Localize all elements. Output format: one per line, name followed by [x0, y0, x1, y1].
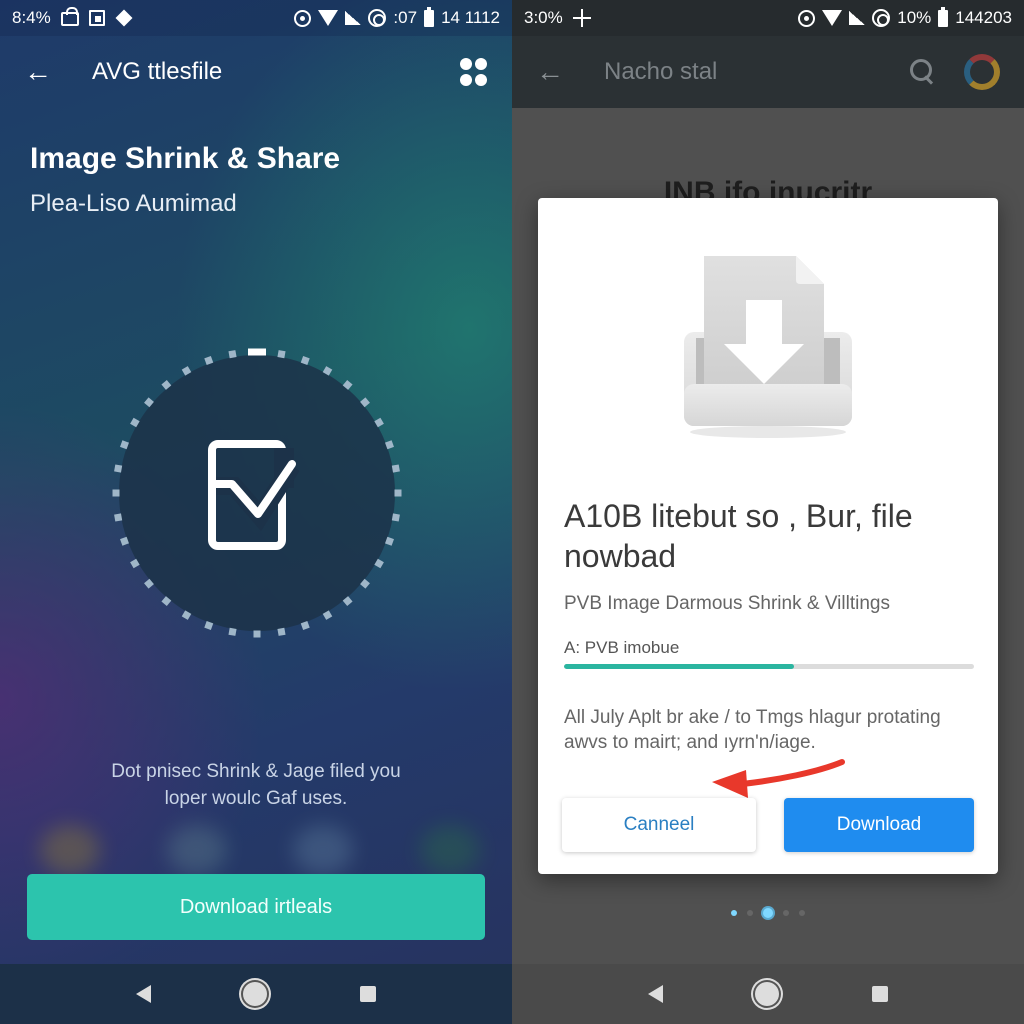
page-dot[interactable] — [763, 908, 773, 918]
navigation-bar — [0, 964, 512, 1024]
progress-ring — [112, 348, 402, 638]
recents-square-icon[interactable] — [871, 986, 888, 1002]
ring-background — [119, 355, 395, 631]
navigation-bar — [512, 964, 1024, 1024]
left-phone-screen: 8:4% :07 14 1112 ← AVG ttlesfile Image S… — [0, 0, 512, 1024]
record-icon — [798, 9, 816, 27]
app-bar-title: Nacho stal — [604, 58, 718, 85]
photo-icon — [88, 10, 105, 26]
ring-tick — [253, 630, 261, 638]
status-time: 8:4% — [12, 8, 51, 27]
ring-tick — [114, 464, 123, 473]
download-button[interactable]: Download irtleals — [27, 874, 485, 940]
back-arrow-icon[interactable]: ← — [24, 58, 64, 86]
status-clock: 14 1112 — [441, 8, 500, 27]
wifi-icon — [822, 10, 843, 26]
recents-square-icon[interactable] — [359, 986, 376, 1002]
grid-dots-icon[interactable] — [460, 58, 488, 86]
page-dot[interactable] — [731, 910, 737, 916]
info-message-line: Dot pnisec Shrink & Jage filed you — [111, 761, 401, 782]
back-arrow-icon[interactable]: ← — [536, 58, 576, 86]
progress-ring-graphic — [112, 348, 402, 638]
blurred-app-icon — [293, 825, 354, 875]
info-message-line: loper woulc Gaf uses. — [164, 788, 348, 809]
status-text: 10% — [897, 8, 932, 27]
download-button[interactable]: Download — [784, 798, 974, 852]
blurred-app-icon — [40, 825, 100, 875]
page-title: Image Shrink & Share — [30, 142, 341, 175]
ring-tick — [228, 627, 237, 636]
ring-tick — [114, 513, 123, 522]
battery-icon — [424, 6, 435, 27]
ring-icon — [368, 9, 387, 27]
ring-tick — [277, 627, 286, 636]
wifi-icon — [318, 10, 339, 26]
blurred-app-icon — [419, 825, 480, 875]
status-bar: 3:0% 10% 144203 — [512, 0, 1024, 36]
app-bar: ← AVG ttlesfile — [0, 36, 512, 108]
download-dialog: A10B litebut so , Bur, file nowbad PVB I… — [538, 198, 998, 874]
blurred-app-icons — [40, 825, 480, 875]
record-icon — [294, 9, 312, 27]
progress-label: A: PVB imobue — [564, 638, 680, 657]
blurred-app-icon — [166, 825, 227, 875]
dialog-subtitle: PVB Image Darmous Shrink & Villtings — [564, 593, 890, 614]
dialog-body-text: All July Aplt br ake / to Tmgs hlagur pr… — [564, 707, 941, 753]
lock-icon — [60, 7, 79, 26]
ring-tick — [112, 489, 120, 497]
page-dot[interactable] — [799, 910, 805, 916]
download-tray-icon — [684, 256, 852, 438]
page-dot[interactable] — [747, 910, 753, 916]
home-circle-icon[interactable] — [243, 982, 268, 1006]
ring-tick — [248, 348, 266, 356]
status-time: 3:0% — [524, 8, 563, 27]
ring-tick — [277, 350, 286, 359]
progress-bar — [564, 664, 974, 669]
cancel-button[interactable]: Canneel — [562, 798, 756, 852]
back-triangle-icon[interactable] — [648, 985, 664, 1003]
home-circle-icon[interactable] — [755, 982, 780, 1006]
signal-icon — [345, 11, 362, 25]
search-icon[interactable] — [910, 59, 936, 85]
diamond-icon — [115, 9, 133, 27]
status-bar: 8:4% :07 14 1112 — [0, 0, 512, 36]
signal-icon — [849, 11, 866, 25]
progress-bar-fill — [564, 664, 794, 669]
right-phone-screen: 3:0% 10% 144203 ← Nacho stal INB ifo inu… — [512, 0, 1024, 1024]
battery-icon — [938, 6, 949, 27]
app-logo-icon[interactable] — [964, 54, 1000, 90]
app-bar-title: AVG ttlesfile — [92, 58, 223, 85]
ring-tick — [391, 513, 400, 522]
plus-icon — [572, 9, 591, 27]
back-triangle-icon[interactable] — [136, 985, 152, 1003]
status-text: :07 — [393, 8, 418, 27]
info-message: Dot pnisec Shrink & Jage filed you loper… — [60, 758, 452, 812]
app-bar: ← Nacho stal — [512, 36, 1024, 108]
ring-tick — [394, 489, 402, 497]
status-clock: 144203 — [955, 8, 1012, 27]
ring-tick — [228, 350, 237, 359]
page-dot[interactable] — [783, 910, 789, 916]
page-subtitle: Plea-Liso Aumimad — [30, 190, 237, 217]
ring-icon — [872, 9, 891, 27]
ring-tick — [391, 464, 400, 473]
dialog-title: A10B litebut so , Bur, file nowbad — [564, 498, 913, 574]
page-indicator — [512, 908, 1024, 918]
